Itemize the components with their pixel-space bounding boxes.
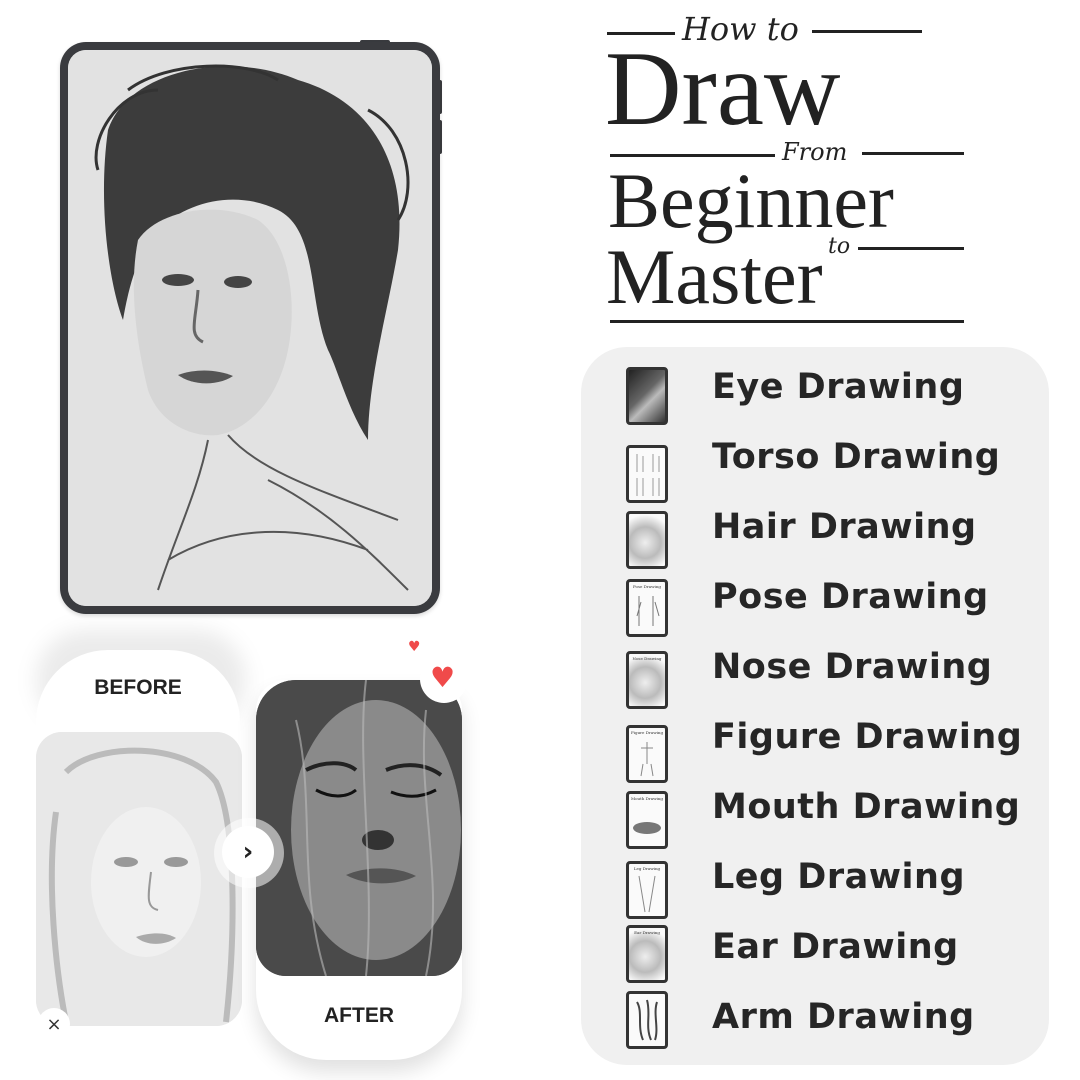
heart-icon: ♥ (408, 639, 421, 655)
topic-label: Mouth Drawing (712, 787, 1021, 827)
list-item[interactable]: Pose Drawing Pose Drawing (581, 571, 1049, 641)
figure-drawing-thumbnail-icon: Figure Drawing (626, 725, 668, 783)
eye-drawing-thumbnail-icon (626, 367, 668, 425)
topic-label: Figure Drawing (712, 717, 1023, 757)
list-item[interactable]: Eye Drawing (581, 361, 1049, 431)
list-item[interactable]: Nose Drawing Nose Drawing (581, 641, 1049, 711)
torso-drawing-thumbnail-icon (626, 445, 668, 503)
close-button[interactable]: × (38, 1008, 70, 1040)
title-rule (862, 152, 964, 155)
list-item[interactable]: Torso Drawing (581, 431, 1049, 503)
list-item[interactable]: Leg Drawing Leg Drawing (581, 851, 1049, 921)
arm-drawing-thumbnail-icon (626, 991, 668, 1049)
list-item[interactable]: Mouth Drawing Mouth Drawing (581, 781, 1049, 851)
nose-drawing-thumbnail-icon: Nose Drawing (626, 651, 668, 709)
list-item[interactable]: Ear Drawing Ear Drawing (581, 921, 1049, 991)
leg-drawing-thumbnail-icon: Leg Drawing (626, 861, 668, 919)
title-rule (610, 320, 964, 323)
topics-panel: Eye Drawing Torso Drawing Hair Drawing P… (581, 347, 1049, 1065)
topic-label: Eye Drawing (712, 367, 965, 407)
ear-drawing-thumbnail-icon: Ear Drawing (626, 925, 668, 983)
title-to: to (828, 234, 851, 259)
portrait-sketch-image (68, 50, 432, 606)
like-heart-icon[interactable]: ♥ (430, 664, 455, 692)
title-rule (858, 247, 964, 250)
topic-label: Arm Drawing (712, 997, 975, 1037)
list-item[interactable]: Hair Drawing (581, 501, 1049, 571)
chevron-right-icon: › (242, 837, 254, 867)
topic-label: Pose Drawing (712, 577, 989, 617)
title-master: Master (606, 233, 823, 320)
topic-label: Torso Drawing (712, 437, 1001, 477)
after-label: AFTER (324, 1004, 394, 1027)
list-item[interactable]: Arm Drawing (581, 991, 1049, 1061)
before-sketch-image (36, 732, 242, 1026)
close-icon: × (46, 1013, 62, 1035)
next-button[interactable]: › (222, 826, 274, 878)
topic-label: Leg Drawing (712, 857, 966, 897)
tablet-device (60, 42, 440, 614)
title-beginner: Beginner (608, 157, 894, 244)
before-label: BEFORE (94, 676, 182, 699)
hair-drawing-thumbnail-icon (626, 511, 668, 569)
after-painting-image (256, 680, 462, 976)
topic-label: Ear Drawing (712, 927, 959, 967)
title-block: How to Draw From Beginner to Master (600, 0, 980, 340)
mouth-drawing-thumbnail-icon: Mouth Drawing (626, 791, 668, 849)
title-draw: Draw (605, 30, 841, 147)
topic-label: Hair Drawing (712, 507, 977, 547)
list-item[interactable]: Figure Drawing Figure Drawing (581, 711, 1049, 783)
pose-drawing-thumbnail-icon: Pose Drawing (626, 579, 668, 637)
topic-label: Nose Drawing (712, 647, 993, 687)
